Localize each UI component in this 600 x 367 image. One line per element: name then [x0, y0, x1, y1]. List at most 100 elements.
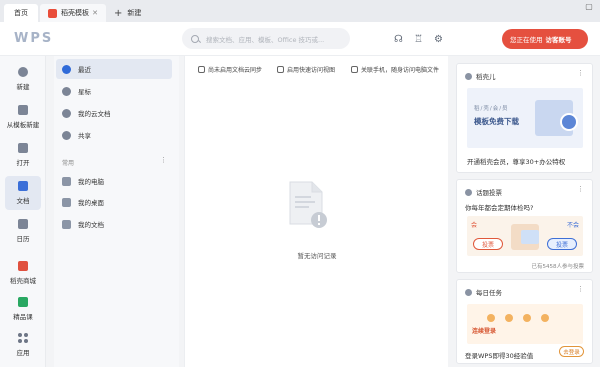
poll-illustration [511, 224, 539, 250]
more-icon[interactable]: ⋮ [577, 185, 584, 193]
nav-item-my-computer[interactable]: 我的电脑 [56, 171, 172, 191]
plus-circle-icon [18, 67, 28, 77]
desktop-icon [62, 197, 71, 207]
go-login-button[interactable]: 去登录 [559, 346, 584, 357]
nav-label: 我的桌面 [78, 199, 104, 207]
rail-item-open[interactable]: 打开 [0, 136, 46, 174]
account-name: 访客账号 [545, 36, 572, 44]
vote-yes-button[interactable]: 投票 [473, 238, 503, 250]
nav-label: 我的云文档 [78, 110, 111, 118]
nav-item-starred[interactable]: 星标 [56, 81, 172, 101]
folder-icon [18, 143, 28, 153]
left-rail: 新建 从模板新建 打开 文档 日历 稻壳商城 精品课 应用 [0, 56, 46, 367]
nav-item-recent[interactable]: 最近 [56, 59, 172, 79]
quick-action-label: 尚未启用文档云同步 [208, 67, 263, 74]
rail-item-apps[interactable]: 应用 [0, 326, 46, 364]
vote-no-button[interactable]: 投票 [547, 238, 577, 250]
rail-label: 应用 [16, 349, 30, 357]
poll-question: 你每年都会定期体检吗? [465, 204, 534, 212]
task-banner: 连续登录 [467, 304, 583, 344]
rail-item-from-template[interactable]: 从模板新建 [0, 98, 46, 136]
tab-docer-templates[interactable]: 稻壳模板 ✕ [40, 4, 106, 22]
rail-label: 稻壳商城 [10, 277, 36, 285]
docer-store-icon [18, 261, 28, 271]
quick-action-cloud-sync[interactable]: 尚未启用文档云同步 [198, 65, 262, 74]
close-tab-icon[interactable]: ✕ [92, 9, 98, 17]
header: WPS 搜索文档、应用、模板、Office 技巧或... ☊ ♖ ⚙ 您正在使用… [0, 22, 600, 56]
restore-icon[interactable]: ▢ [584, 2, 594, 11]
folder-icon [62, 219, 71, 229]
new-tab-button[interactable]: + 新建 [114, 4, 141, 22]
rail-item-new[interactable]: 新建 [0, 60, 46, 98]
quick-action-label: 关联手机，随身访问电脑文件 [361, 67, 440, 74]
nav-label: 我的文档 [78, 221, 104, 229]
quick-action-quick-access[interactable]: 启用快速访问视图 [277, 65, 335, 74]
poll-no-label: 不会 [566, 222, 579, 229]
card-title: 稻壳儿 [476, 73, 496, 81]
clock-icon [62, 64, 71, 74]
course-icon [18, 297, 28, 307]
rail-item-documents[interactable]: 文档 [0, 174, 46, 212]
calendar-icon [18, 219, 28, 229]
card-title: 话题投票 [476, 189, 502, 197]
cloud-sync-icon [198, 66, 205, 73]
star-icon [62, 86, 71, 96]
docer-banner[interactable]: 稻/壳/会/员 模板免费下载 [467, 88, 583, 148]
nav-label: 最近 [78, 66, 91, 74]
poll-yes-label: 会 [471, 222, 478, 229]
shirt-icon[interactable]: ♖ [413, 34, 424, 45]
nav-item-cloud-docs[interactable]: 我的云文档 [56, 103, 172, 123]
rail-item-docer-store[interactable]: 稻壳商城 [0, 254, 46, 292]
search-input[interactable]: 搜索文档、应用、模板、Office 技巧或... [182, 28, 350, 49]
poll-vote-area: 会 不会 投票 投票 [467, 216, 583, 256]
tab-home[interactable]: 首页 [4, 4, 38, 22]
headset-icon[interactable]: ☊ [393, 34, 404, 45]
computer-icon [62, 176, 71, 186]
banner-illustration [535, 100, 578, 136]
docer-card: 稻壳儿 ⋮ 稻/壳/会/员 模板免费下载 开通稻壳会员，尊享30+办公特权 [456, 63, 593, 173]
card-header: 话题投票 [465, 187, 502, 197]
phone-icon [351, 66, 358, 73]
nav-label: 我的电脑 [78, 178, 104, 186]
rail-label: 精品课 [13, 313, 33, 321]
rail-label: 从模板新建 [6, 121, 40, 129]
nav-item-shared[interactable]: 共享 [56, 125, 172, 145]
nav-item-my-documents[interactable]: 我的文档 [56, 214, 172, 234]
plus-icon: + [114, 7, 123, 19]
search-icon [191, 34, 199, 43]
search-placeholder: 搜索文档、应用、模板、Office 技巧或... [206, 35, 325, 44]
quick-action-label: 启用快速访问视图 [287, 67, 336, 74]
more-icon[interactable]: ⋮ [577, 285, 584, 293]
section-common-label: 常用 [62, 160, 75, 167]
nav-item-my-desktop[interactable]: 我的桌面 [56, 192, 172, 212]
main-content: 尚未启用文档云同步 启用快速访问视图 关联手机，随身访问电脑文件 暂无访问记录 [184, 56, 448, 367]
settings-icon[interactable]: ⚙ [433, 34, 444, 45]
quick-action-link-phone[interactable]: 关联手机，随身访问电脑文件 [351, 65, 439, 74]
more-icon[interactable]: ⋮ [160, 156, 167, 164]
new-tab-label: 新建 [127, 9, 142, 17]
task-description: 登录WPS即得30经验值 [465, 352, 534, 360]
card-header: 稻壳儿 [465, 71, 496, 81]
account-button[interactable]: 您正在使用 访客账号 [502, 29, 588, 49]
vip-text: 您正在使用 [510, 36, 543, 44]
rail-label: 打开 [16, 159, 30, 167]
poll-participant-count: 已有5458人参与投票 [531, 264, 585, 270]
nav-panel: 最近 星标 我的云文档 共享 常用 ⋮ 我的电脑 我的桌面 我的文档 [54, 56, 179, 367]
empty-state-text: 暂无访问记录 [297, 252, 337, 260]
coin-icon [523, 314, 531, 322]
title-bar: 首页 稻壳模板 ✕ + 新建 ▢ [0, 0, 600, 22]
rail-item-courses[interactable]: 精品课 [0, 290, 46, 328]
docer-icon [465, 72, 472, 80]
task-icon [465, 288, 472, 296]
rail-item-calendar[interactable]: 日历 [0, 212, 46, 250]
more-icon[interactable]: ⋮ [577, 69, 584, 77]
poll-icon [465, 188, 472, 196]
daily-task-card: 每日任务 ⋮ 连续登录 登录WPS即得30经验值 去登录 [456, 279, 593, 364]
coin-icon [487, 314, 495, 322]
rail-label: 文档 [16, 197, 30, 205]
task-banner-text: 连续登录 [472, 328, 497, 335]
coin-icon [505, 314, 513, 322]
card-header: 每日任务 [465, 287, 502, 297]
docer-promo-link[interactable]: 开通稻壳会员，尊享30+办公特权 [467, 156, 565, 166]
poll-card: 话题投票 ⋮ 你每年都会定期体检吗? 会 不会 投票 投票 已有5458人参与投… [456, 179, 593, 273]
